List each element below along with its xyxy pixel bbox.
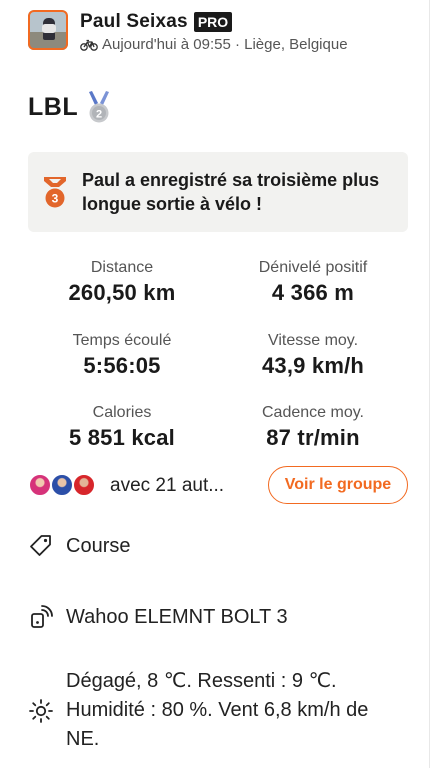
achievement-rank: 3: [52, 192, 59, 206]
athlete-name[interactable]: Paul Seixas: [80, 11, 188, 33]
divider: [429, 0, 430, 768]
stat-value: 5 851 kcal: [69, 425, 175, 450]
stat-label: Temps écoulé: [72, 332, 172, 349]
weather-row: Dégagé, 8 ℃. Ressenti : 9 ℃. Humidité : …: [28, 667, 398, 754]
stat-value: 87 tr/min: [266, 425, 360, 450]
stat-avg-speed: Vitesse moy. 43,9 km/h: [223, 331, 403, 380]
stat-label: Vitesse moy.: [267, 332, 359, 349]
stat-cadence: Cadence moy. 87 tr/min: [223, 403, 403, 452]
activity-title-row: LBL 2: [28, 90, 112, 124]
athlete-info: Paul Seixas PRO Aujourd'hui à 09:55 · Li…: [80, 11, 348, 53]
weather-text: Dégagé, 8 ℃. Ressenti : 9 ℃. Humidité : …: [66, 670, 369, 750]
stat-value: 260,50 km: [68, 280, 176, 305]
stat-label: Distance: [90, 259, 154, 276]
stat-label: Cadence moy.: [262, 404, 364, 421]
view-group-button[interactable]: Voir le groupe: [268, 466, 408, 504]
medal-rank: 2: [96, 109, 102, 121]
stat-distance: Distance 260,50 km: [32, 258, 212, 307]
stat-value: 4 366 m: [271, 280, 355, 305]
stat-calories: Calories 5 851 kcal: [32, 403, 212, 452]
avatar: [72, 473, 96, 497]
achievement-text: Paul a enregistré sa troisième plus long…: [82, 170, 380, 214]
avatar: [50, 473, 74, 497]
achievement-banner[interactable]: 3 Paul a enregistré sa troisième plus lo…: [28, 152, 408, 232]
avatar: [28, 473, 52, 497]
activity-header: Paul Seixas PRO Aujourd'hui à 09:55 · Li…: [28, 10, 348, 53]
device-name: Wahoo ELEMNT BOLT 3: [66, 605, 288, 628]
silver-medal-icon: 2: [89, 91, 110, 123]
activity-meta: Aujourd'hui à 09:55 · Liège, Belgique: [102, 36, 348, 53]
stat-elevation: Dénivelé positif 4 366 m: [223, 258, 403, 307]
stat-value: 43,9 km/h: [261, 353, 365, 378]
group-row: avec 21 aut... Voir le groupe: [28, 466, 408, 506]
group-with-text[interactable]: avec 21 aut...: [110, 475, 224, 497]
device-row: Wahoo ELEMNT BOLT 3: [28, 604, 288, 630]
pro-badge: PRO: [193, 12, 233, 32]
activity-title: LBL: [28, 92, 79, 121]
device-icon: [31, 605, 53, 628]
sun-icon: [29, 698, 53, 723]
stat-label: Dénivelé positif: [258, 259, 368, 276]
stat-value: 5:56:05: [83, 353, 161, 378]
bike-icon: [80, 39, 98, 51]
group-avatars[interactable]: [28, 473, 102, 499]
bronze-medal-icon: 3: [44, 177, 66, 208]
tag-icon: [30, 535, 51, 556]
stat-label: Calories: [92, 404, 152, 421]
race-label: Course: [66, 534, 131, 557]
race-tag-row: Course: [28, 533, 130, 559]
avatar[interactable]: [28, 10, 68, 50]
stat-elapsed-time: Temps écoulé 5:56:05: [32, 331, 212, 380]
activity-page: Paul Seixas PRO Aujourd'hui à 09:55 · Li…: [0, 0, 435, 768]
